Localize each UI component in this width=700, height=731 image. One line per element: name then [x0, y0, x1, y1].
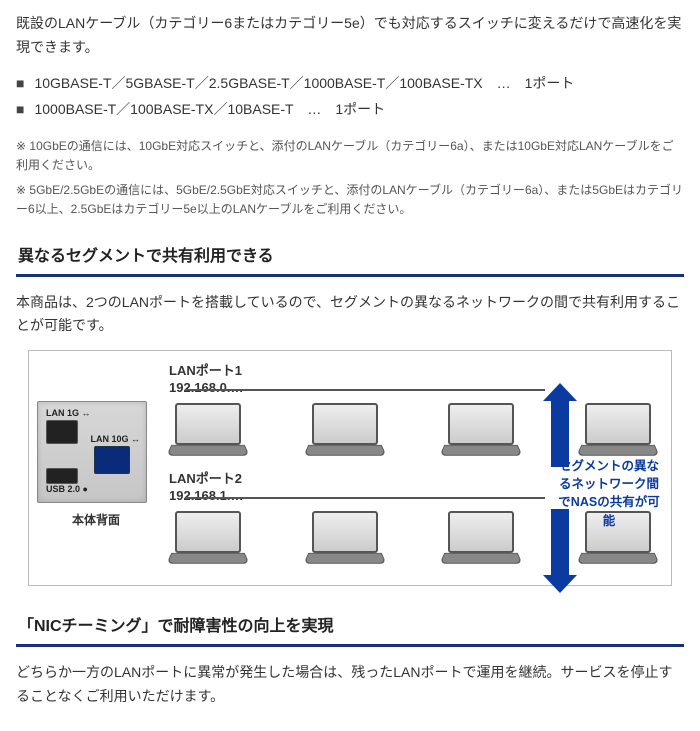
panel-label-usb: USB 2.0 ●	[46, 484, 88, 494]
spec-item: 10GBASE-T／5GBASE-T／2.5GBASE-T／1000BASE-T…	[16, 70, 684, 97]
port1-ip: 192.168.0.…	[169, 380, 243, 395]
panel-label-lan10g: LAN 10G ↔	[90, 434, 140, 444]
spec-list: 10GBASE-T／5GBASE-T／2.5GBASE-T／1000BASE-T…	[16, 70, 684, 123]
panel-caption: 本体背面	[37, 511, 155, 528]
port-icon-usb	[46, 468, 78, 484]
intro-lead: 既設のLANケーブル（カテゴリー6またはカテゴリー5e）でも対応するスイッチに変…	[16, 12, 684, 60]
section-segment-body: 本商品は、2つのLANポートを搭載しているので、セグメントの異なるネットワークの…	[16, 291, 684, 339]
section-segment-title: 異なるセグメントで共有利用できる	[16, 238, 684, 277]
footnote-1: ※ 10GbEの通信には、10GbE対応スイッチと、添付のLANケーブル（カテゴ…	[16, 137, 684, 175]
diagram-callout: セグメントの異なるネットワーク間でNASの共有が可能	[555, 457, 663, 530]
laptop-icon	[306, 403, 384, 457]
segment-diagram: LAN 1G ↔ LAN 10G ↔ USB 2.0 ● 本体背面 LANポート…	[28, 350, 672, 586]
laptop-icon	[442, 403, 520, 457]
port2-title: LANポート2	[169, 471, 242, 486]
footnotes: ※ 10GbEの通信には、10GbE対応スイッチと、添付のLANケーブル（カテゴ…	[16, 137, 684, 220]
port1-title: LANポート1	[169, 363, 242, 378]
port-icon-lan10g	[94, 446, 130, 474]
footnote-2: ※ 5GbE/2.5GbEの通信には、5GbE/2.5GbE対応スイッチと、添付…	[16, 181, 684, 219]
panel-label-lan1g: LAN 1G ↔	[46, 408, 91, 418]
laptop-icon	[169, 511, 247, 565]
laptop-icon	[579, 403, 657, 457]
section-teaming-body: どちらか一方のLANポートに異常が発生した場合は、残ったLANポートで運用を継続…	[16, 661, 684, 709]
section-teaming-title: 「NICチーミング」で耐障害性の向上を実現	[16, 608, 684, 647]
network-wire-icon	[185, 389, 545, 391]
laptop-icon	[442, 511, 520, 565]
network-wire-icon	[185, 497, 545, 499]
port-icon-lan1g	[46, 420, 78, 444]
laptop-icon	[169, 403, 247, 457]
port2-ip: 192.168.1.…	[169, 488, 243, 503]
laptop-icon	[306, 511, 384, 565]
spec-item: 1000BASE-T／100BASE-TX／10BASE-T … 1ポート	[16, 96, 684, 123]
nas-rear-panel: LAN 1G ↔ LAN 10G ↔ USB 2.0 ●	[37, 401, 147, 503]
